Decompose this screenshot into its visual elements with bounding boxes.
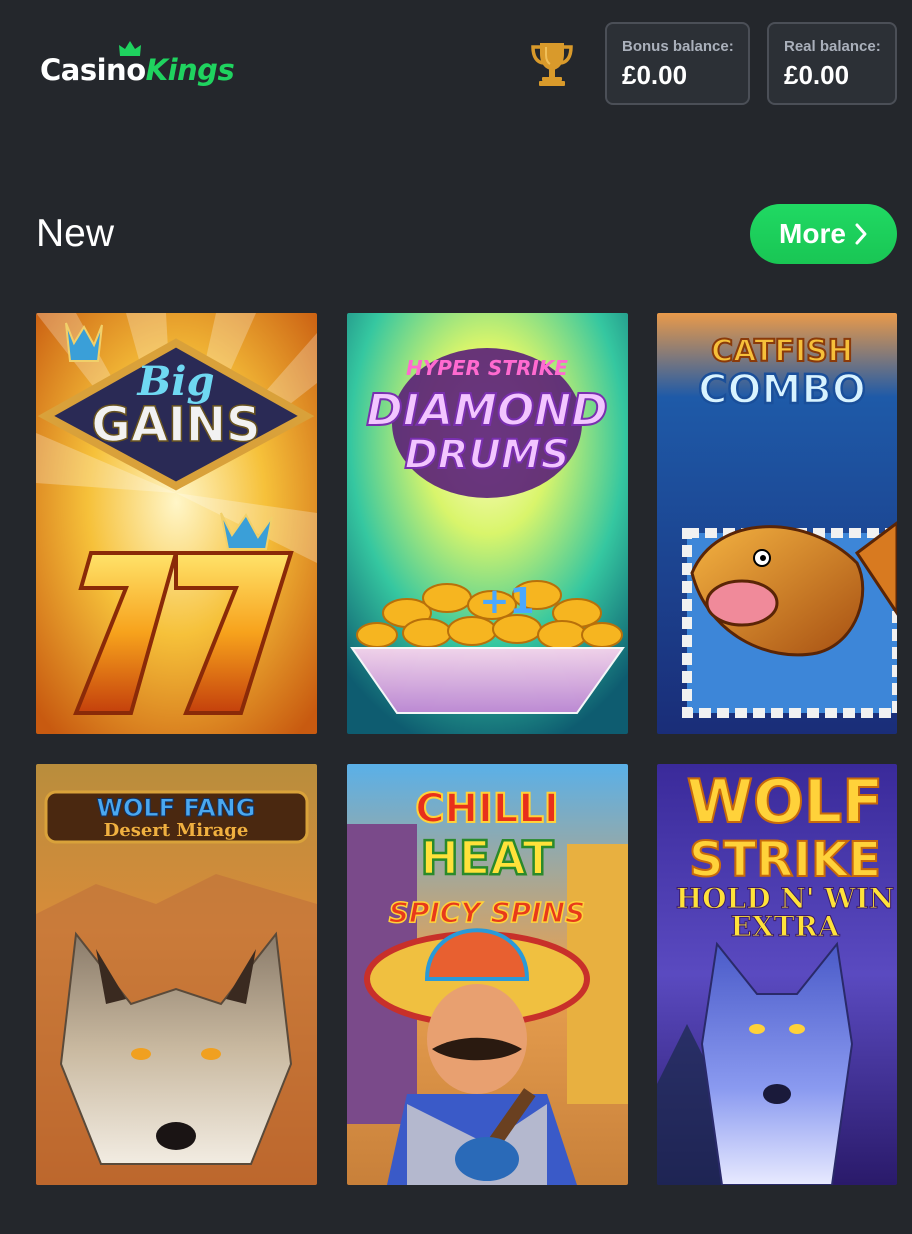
header: CasinoKings Bonus balance: £0.00 Real ba… bbox=[0, 0, 912, 130]
more-button[interactable]: More bbox=[750, 204, 897, 264]
diamond-drums-artwork: HYPER STRIKE DIAMOND DRUMS +1 bbox=[347, 313, 628, 734]
game-tile-catfish-combo[interactable]: CATFISH COMBO bbox=[657, 313, 897, 734]
game-tile-wolf-strike[interactable]: WOLF STRIKE HOLD N' WIN EXTRA bbox=[657, 764, 897, 1185]
real-balance-box[interactable]: Real balance: £0.00 bbox=[767, 22, 897, 105]
bonus-balance-box[interactable]: Bonus balance: £0.00 bbox=[605, 22, 750, 105]
big-gains-line2: GAINS bbox=[91, 397, 260, 453]
catfish-combo-artwork: CATFISH COMBO bbox=[657, 313, 897, 734]
chilli-heat-line2: HEAT bbox=[420, 831, 554, 885]
svg-text:+1: +1 bbox=[479, 581, 534, 622]
logo-casino-text: Casino bbox=[40, 53, 146, 87]
game-tile-chilli-heat[interactable]: CHILLI HEAT SPICY SPINS bbox=[347, 764, 628, 1185]
bonus-balance-label: Bonus balance: bbox=[622, 38, 734, 55]
wolf-strike-line4: EXTRA bbox=[731, 910, 841, 943]
wolf-strike-artwork: WOLF STRIKE HOLD N' WIN EXTRA bbox=[657, 764, 897, 1185]
more-button-label: More bbox=[779, 218, 846, 249]
chilli-heat-line1: CHILLI bbox=[415, 786, 559, 832]
diamond-drums-line2: DIAMOND bbox=[366, 385, 607, 436]
wolf-strike-line1: WOLF bbox=[687, 767, 883, 837]
logo-kings-text: Kings bbox=[145, 53, 235, 87]
chilli-heat-line3: SPICY SPINS bbox=[389, 896, 585, 929]
logo-text: CasinoKings bbox=[40, 53, 235, 87]
casino-kings-logo[interactable]: CasinoKings bbox=[40, 40, 235, 90]
wolf-fang-artwork: WOLF FANG Desert Mirage bbox=[36, 764, 317, 1185]
game-tile-wolf-fang[interactable]: WOLF FANG Desert Mirage bbox=[36, 764, 317, 1185]
trophy-icon[interactable] bbox=[530, 40, 574, 88]
wolf-fang-line1: WOLF FANG bbox=[97, 794, 256, 822]
game-tile-diamond-drums[interactable]: HYPER STRIKE DIAMOND DRUMS +1 bbox=[347, 313, 628, 734]
wolf-fang-line2: Desert Mirage bbox=[104, 820, 249, 841]
game-tile-big-gains[interactable]: Big GAINS bbox=[36, 313, 317, 734]
bonus-balance-value: £0.00 bbox=[622, 60, 688, 90]
catfish-combo-line2: COMBO bbox=[698, 367, 866, 413]
chevron-right-icon bbox=[855, 223, 867, 245]
section-title: New bbox=[36, 212, 115, 255]
big-gains-artwork: Big GAINS bbox=[36, 313, 317, 734]
catfish-combo-line1: CATFISH bbox=[711, 334, 853, 369]
real-balance-label: Real balance: bbox=[784, 38, 881, 55]
diamond-drums-line3: DRUMS bbox=[404, 432, 569, 478]
diamond-drums-line1: HYPER STRIKE bbox=[406, 356, 568, 380]
wolf-strike-line2: STRIKE bbox=[689, 832, 881, 888]
chilli-heat-artwork: CHILLI HEAT SPICY SPINS bbox=[347, 764, 628, 1185]
real-balance-value: £0.00 bbox=[784, 60, 850, 90]
